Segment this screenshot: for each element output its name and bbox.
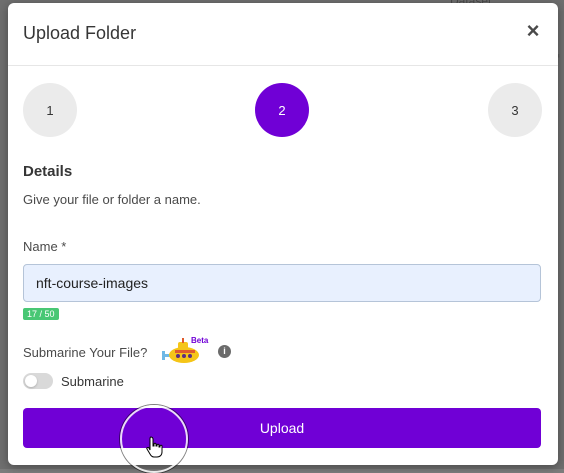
submarine-question-label: Submarine Your File? — [23, 345, 147, 360]
details-heading: Details — [23, 163, 72, 180]
name-field-label: Name * — [23, 239, 66, 254]
modal-title: Upload Folder — [23, 23, 136, 44]
upload-button[interactable]: Upload — [23, 408, 541, 448]
details-description: Give your file or folder a name. — [23, 192, 201, 207]
name-input[interactable] — [23, 264, 541, 302]
beta-tag: Beta — [191, 336, 208, 345]
info-icon[interactable]: i — [218, 345, 231, 358]
character-count-badge: 17 / 50 — [23, 308, 59, 320]
step-2-indicator: 2 — [255, 83, 309, 137]
close-icon[interactable]: × — [524, 20, 542, 42]
step-3-indicator: 3 — [488, 83, 542, 137]
upload-folder-modal: Upload Folder × 1 2 3 Details Give your … — [8, 3, 558, 465]
step-1-indicator: 1 — [23, 83, 77, 137]
submarine-toggle-label: Submarine — [61, 374, 124, 389]
toggle-knob — [25, 375, 37, 387]
submarine-toggle[interactable] — [23, 373, 53, 389]
modal-header: Upload Folder × — [8, 3, 558, 66]
